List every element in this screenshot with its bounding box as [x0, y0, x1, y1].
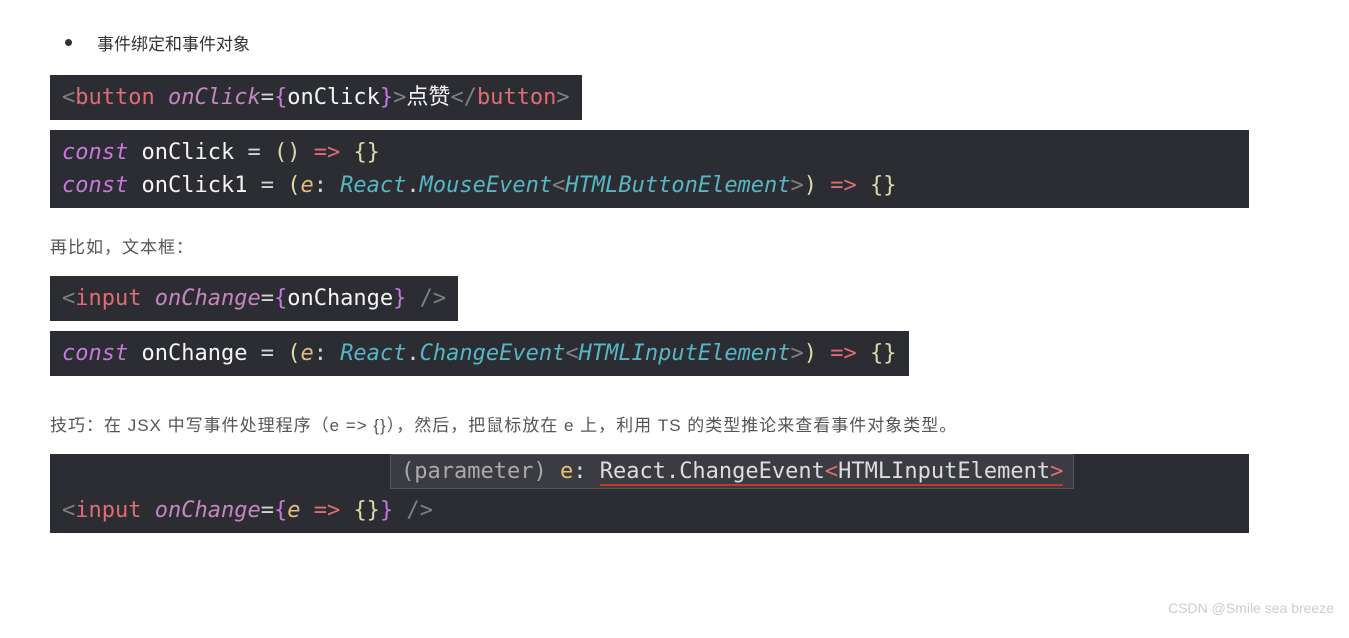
- fn-name: onClick1: [128, 173, 260, 198]
- type-mouseevent: MouseEvent: [420, 173, 552, 198]
- tooltip-var: e: [560, 459, 573, 484]
- brace-open: {: [274, 498, 287, 523]
- space: [141, 498, 154, 523]
- brace-close: }: [380, 85, 393, 110]
- brace-open: {: [274, 286, 287, 311]
- tooltip-dot: .: [666, 459, 679, 484]
- tooltip-ns: React: [600, 459, 666, 484]
- kw-const: const: [62, 140, 128, 165]
- kw-const: const: [62, 173, 128, 198]
- end-close: >: [556, 85, 569, 110]
- code-block-5-wrapper: (parameter) e: React.ChangeEvent<HTMLInp…: [50, 454, 1299, 533]
- param-e: e: [287, 498, 300, 523]
- dot: .: [406, 341, 419, 366]
- colon: :: [314, 341, 341, 366]
- slash: /: [393, 498, 420, 523]
- code-block-3: <input onChange={onChange} />: [50, 276, 458, 321]
- type-tooltip: (parameter) e: React.ChangeEvent<HTMLInp…: [390, 454, 1074, 489]
- close: >: [433, 286, 446, 311]
- body: {}: [870, 341, 897, 366]
- equals: =: [261, 173, 288, 198]
- lt: <: [565, 341, 578, 366]
- arrow: =>: [817, 341, 870, 366]
- attr-onchange: onChange: [155, 286, 261, 311]
- gt: >: [791, 341, 804, 366]
- tooltip-label: (parameter): [401, 459, 560, 484]
- tooltip-generic: HTMLInputElement: [838, 459, 1050, 484]
- equals: =: [261, 286, 274, 311]
- end-tag: button: [477, 85, 556, 110]
- tooltip-type: ChangeEvent: [679, 459, 825, 484]
- end-angle: </: [450, 85, 477, 110]
- arrow: =>: [300, 498, 353, 523]
- bullet-icon: [65, 39, 72, 46]
- gt: >: [791, 173, 804, 198]
- close: >: [420, 498, 433, 523]
- param-e: e: [300, 173, 313, 198]
- arrow: =>: [817, 173, 870, 198]
- equals: =: [261, 341, 288, 366]
- fn-name: onClick: [128, 140, 247, 165]
- paragraph-textbox: 再比如，文本框：: [50, 233, 1299, 258]
- angle: >: [393, 85, 406, 110]
- equals: =: [261, 498, 274, 523]
- dot: .: [406, 173, 419, 198]
- equals: =: [247, 140, 274, 165]
- equals: =: [261, 85, 274, 110]
- bullet-heading: 事件绑定和事件对象: [65, 30, 1299, 55]
- space: [141, 286, 154, 311]
- tag-button: button: [75, 85, 154, 110]
- code-block-4: const onChange = (e: React.ChangeEvent<H…: [50, 331, 909, 376]
- ns-react: React: [340, 341, 406, 366]
- tag-input: input: [75, 286, 141, 311]
- rparen: ): [804, 173, 817, 198]
- parens: (): [274, 140, 301, 165]
- brace-close: }: [380, 498, 393, 523]
- code-block-1: <button onClick={onClick}>点赞</button>: [50, 75, 582, 120]
- body: {}: [353, 498, 380, 523]
- fn-name: onChange: [128, 341, 260, 366]
- arrow: =>: [300, 140, 353, 165]
- space: [155, 85, 168, 110]
- colon: :: [314, 173, 341, 198]
- tag-input: input: [75, 498, 141, 523]
- lt: <: [552, 173, 565, 198]
- lparen: (: [287, 341, 300, 366]
- handler-name: onClick: [287, 85, 380, 110]
- tooltip-lt: <: [825, 459, 838, 484]
- code-block-2: const onClick = () => {} const onClick1 …: [50, 130, 1249, 208]
- brace-open: {: [274, 85, 287, 110]
- paragraph-tip: 技巧：在 JSX 中写事件处理程序（e => {}），然后，把鼠标放在 e 上，…: [50, 411, 1299, 436]
- bullet-text: 事件绑定和事件对象: [97, 30, 250, 55]
- tooltip-gt: >: [1050, 459, 1063, 484]
- attr-onchange: onChange: [155, 498, 261, 523]
- button-text: 点赞: [406, 85, 450, 110]
- watermark: CSDN @Smile sea breeze: [1168, 600, 1334, 616]
- ns-react: React: [340, 173, 406, 198]
- angle: <: [62, 85, 75, 110]
- angle: <: [62, 498, 75, 523]
- attr-onclick: onClick: [168, 85, 261, 110]
- lparen: (: [287, 173, 300, 198]
- brace-close: }: [393, 286, 406, 311]
- param-e: e: [300, 341, 313, 366]
- slash: /: [406, 286, 433, 311]
- generic: HTMLButtonElement: [565, 173, 790, 198]
- rparen: ): [804, 341, 817, 366]
- kw-const: const: [62, 341, 128, 366]
- generic: HTMLInputElement: [579, 341, 791, 366]
- body: {}: [870, 173, 897, 198]
- type-changeevent: ChangeEvent: [420, 341, 566, 366]
- body: {}: [353, 140, 380, 165]
- angle: <: [62, 286, 75, 311]
- tooltip-colon: :: [573, 459, 600, 484]
- handler-name: onChange: [287, 286, 393, 311]
